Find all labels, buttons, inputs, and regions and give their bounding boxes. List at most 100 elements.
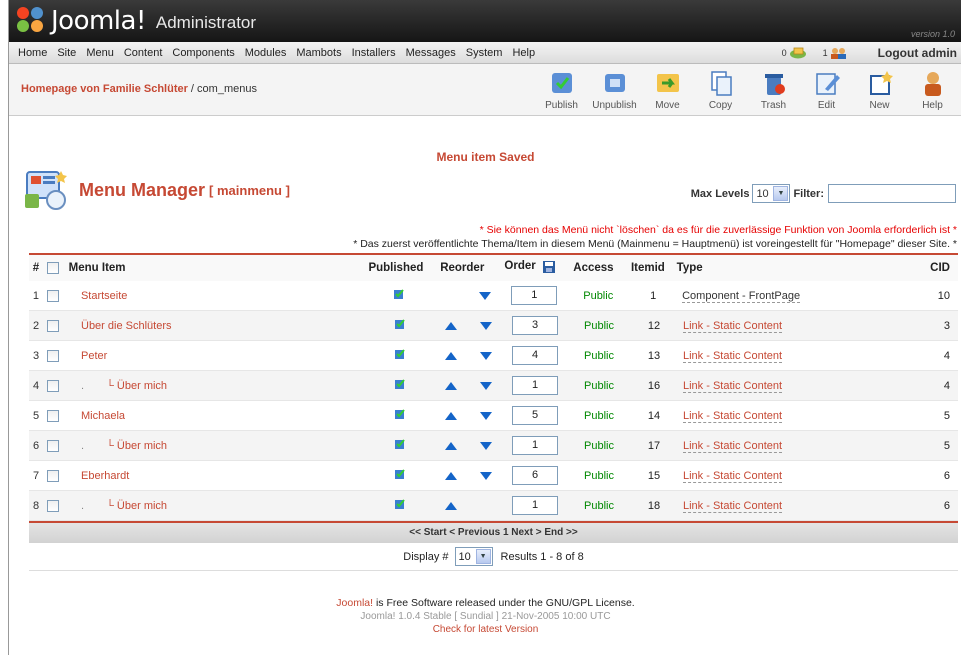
max-levels-select[interactable]: 10 ▼ bbox=[752, 184, 791, 203]
menu-item-link[interactable]: Über mich bbox=[117, 440, 167, 452]
type-link[interactable]: Link - Static Content bbox=[683, 409, 783, 423]
access-link[interactable]: Public bbox=[569, 410, 629, 422]
access-link[interactable]: Public bbox=[569, 380, 629, 392]
move-up-icon[interactable] bbox=[445, 351, 457, 360]
order-input[interactable]: 3 bbox=[512, 316, 558, 335]
row-checkbox[interactable] bbox=[47, 409, 59, 422]
messages-icon[interactable] bbox=[789, 47, 807, 59]
menu-system[interactable]: System bbox=[461, 47, 508, 59]
menu-components[interactable]: Components bbox=[167, 47, 239, 59]
help-button[interactable]: Help bbox=[906, 66, 959, 114]
users-online-icon[interactable] bbox=[830, 47, 848, 59]
published-icon[interactable] bbox=[394, 498, 406, 513]
limit-select[interactable]: 10 ▼ bbox=[454, 547, 493, 566]
move-button[interactable]: Move bbox=[641, 66, 694, 114]
type-link[interactable]: Link - Static Content bbox=[683, 469, 783, 483]
published-icon[interactable] bbox=[393, 288, 405, 303]
select-all-checkbox[interactable] bbox=[46, 262, 59, 274]
menu-home[interactable]: Home bbox=[13, 47, 52, 59]
itemid-value: 14 bbox=[647, 409, 661, 422]
joomla-link[interactable]: Joomla! bbox=[336, 597, 373, 609]
menu-item-link[interactable]: Über mich bbox=[117, 380, 167, 392]
move-down-icon[interactable] bbox=[479, 321, 492, 330]
new-button[interactable]: New bbox=[853, 66, 906, 114]
menu-menu[interactable]: Menu bbox=[81, 47, 119, 59]
trash-button[interactable]: Trash bbox=[747, 66, 800, 114]
access-link[interactable]: Public bbox=[569, 320, 629, 332]
menu-help[interactable]: Help bbox=[507, 47, 540, 59]
order-input[interactable]: 1 bbox=[512, 376, 558, 395]
logout-link[interactable]: Logout admin bbox=[878, 46, 957, 60]
menu-item-link[interactable]: Über mich bbox=[117, 500, 167, 512]
order-input[interactable]: 1 bbox=[512, 496, 558, 515]
menu-modules[interactable]: Modules bbox=[240, 47, 292, 59]
type-link[interactable]: Link - Static Content bbox=[683, 349, 783, 363]
row-checkbox[interactable] bbox=[47, 469, 59, 482]
type-link[interactable]: Link - Static Content bbox=[683, 379, 783, 393]
menu-item-link[interactable]: Über die Schlüters bbox=[81, 320, 172, 332]
edit-button[interactable]: Edit bbox=[800, 66, 853, 114]
menu-item-link[interactable]: Peter bbox=[81, 350, 107, 362]
access-link[interactable]: Public bbox=[569, 440, 629, 452]
move-up-icon[interactable] bbox=[445, 411, 457, 420]
menu-site[interactable]: Site bbox=[52, 47, 81, 59]
type-link[interactable]: Link - Static Content bbox=[683, 439, 783, 453]
published-icon[interactable] bbox=[394, 348, 406, 363]
breadcrumb-site[interactable]: Homepage von Familie Schlüter bbox=[21, 83, 188, 95]
chevron-down-icon[interactable]: ▼ bbox=[773, 186, 789, 201]
order-input[interactable]: 5 bbox=[512, 406, 558, 425]
row-checkbox[interactable] bbox=[47, 349, 59, 362]
menu-messages[interactable]: Messages bbox=[401, 47, 461, 59]
move-down-icon[interactable] bbox=[479, 441, 492, 450]
move-down-icon[interactable] bbox=[479, 471, 492, 480]
unpublish-button[interactable]: Unpublish bbox=[588, 66, 641, 114]
row-number: 2 bbox=[32, 319, 40, 332]
menu-installers[interactable]: Installers bbox=[347, 47, 401, 59]
menu-item-link[interactable]: Startseite bbox=[81, 290, 127, 302]
menu-item-link[interactable]: Eberhardt bbox=[81, 470, 129, 482]
move-down-icon[interactable] bbox=[478, 291, 491, 300]
order-input[interactable]: 1 bbox=[511, 286, 558, 305]
menu-mambots[interactable]: Mambots bbox=[291, 47, 346, 59]
row-checkbox[interactable] bbox=[47, 379, 59, 392]
access-link[interactable]: Public bbox=[569, 350, 629, 362]
row-checkbox[interactable] bbox=[47, 499, 59, 512]
published-icon[interactable] bbox=[394, 468, 406, 483]
move-up-icon[interactable] bbox=[445, 441, 457, 450]
type-link[interactable]: Link - Static Content bbox=[683, 319, 783, 333]
row-checkbox[interactable] bbox=[47, 319, 59, 332]
type-link[interactable]: Link - Static Content bbox=[683, 499, 783, 513]
access-link[interactable]: Public bbox=[569, 500, 629, 512]
move-down-icon[interactable] bbox=[479, 381, 492, 390]
itemid-value: 15 bbox=[647, 469, 661, 482]
itemid-value: 18 bbox=[647, 499, 661, 512]
filter-input[interactable] bbox=[828, 184, 956, 203]
published-icon[interactable] bbox=[394, 408, 406, 423]
row-checkbox[interactable] bbox=[46, 289, 59, 302]
row-checkbox[interactable] bbox=[47, 439, 59, 452]
chevron-down-icon[interactable]: ▼ bbox=[475, 549, 491, 564]
move-up-icon[interactable] bbox=[445, 321, 457, 330]
menu-item-link[interactable]: Michaela bbox=[81, 410, 125, 422]
move-up-icon[interactable] bbox=[445, 381, 457, 390]
order-input[interactable]: 1 bbox=[512, 436, 558, 455]
published-icon[interactable] bbox=[394, 318, 406, 333]
copy-button[interactable]: Copy bbox=[694, 66, 747, 114]
type-link[interactable]: Component - FrontPage bbox=[682, 289, 801, 303]
access-link[interactable]: Public bbox=[568, 290, 628, 302]
order-input[interactable]: 4 bbox=[512, 346, 558, 365]
order-input[interactable]: 6 bbox=[512, 466, 558, 485]
access-link[interactable]: Public bbox=[569, 470, 629, 482]
menu-content[interactable]: Content bbox=[119, 47, 168, 59]
move-down-icon[interactable] bbox=[479, 351, 492, 360]
move-up-icon[interactable] bbox=[445, 471, 457, 480]
pagination-nav[interactable]: << Start < Previous 1 Next > End >> bbox=[29, 521, 958, 543]
move-up-icon[interactable] bbox=[445, 501, 457, 510]
published-icon[interactable] bbox=[394, 378, 406, 393]
check-version-link[interactable]: Check for latest Version bbox=[9, 623, 961, 636]
save-order-icon[interactable] bbox=[542, 260, 556, 277]
published-icon[interactable] bbox=[394, 438, 406, 453]
publish-icon bbox=[548, 69, 576, 97]
publish-button[interactable]: Publish bbox=[535, 66, 588, 114]
move-down-icon[interactable] bbox=[479, 411, 492, 420]
